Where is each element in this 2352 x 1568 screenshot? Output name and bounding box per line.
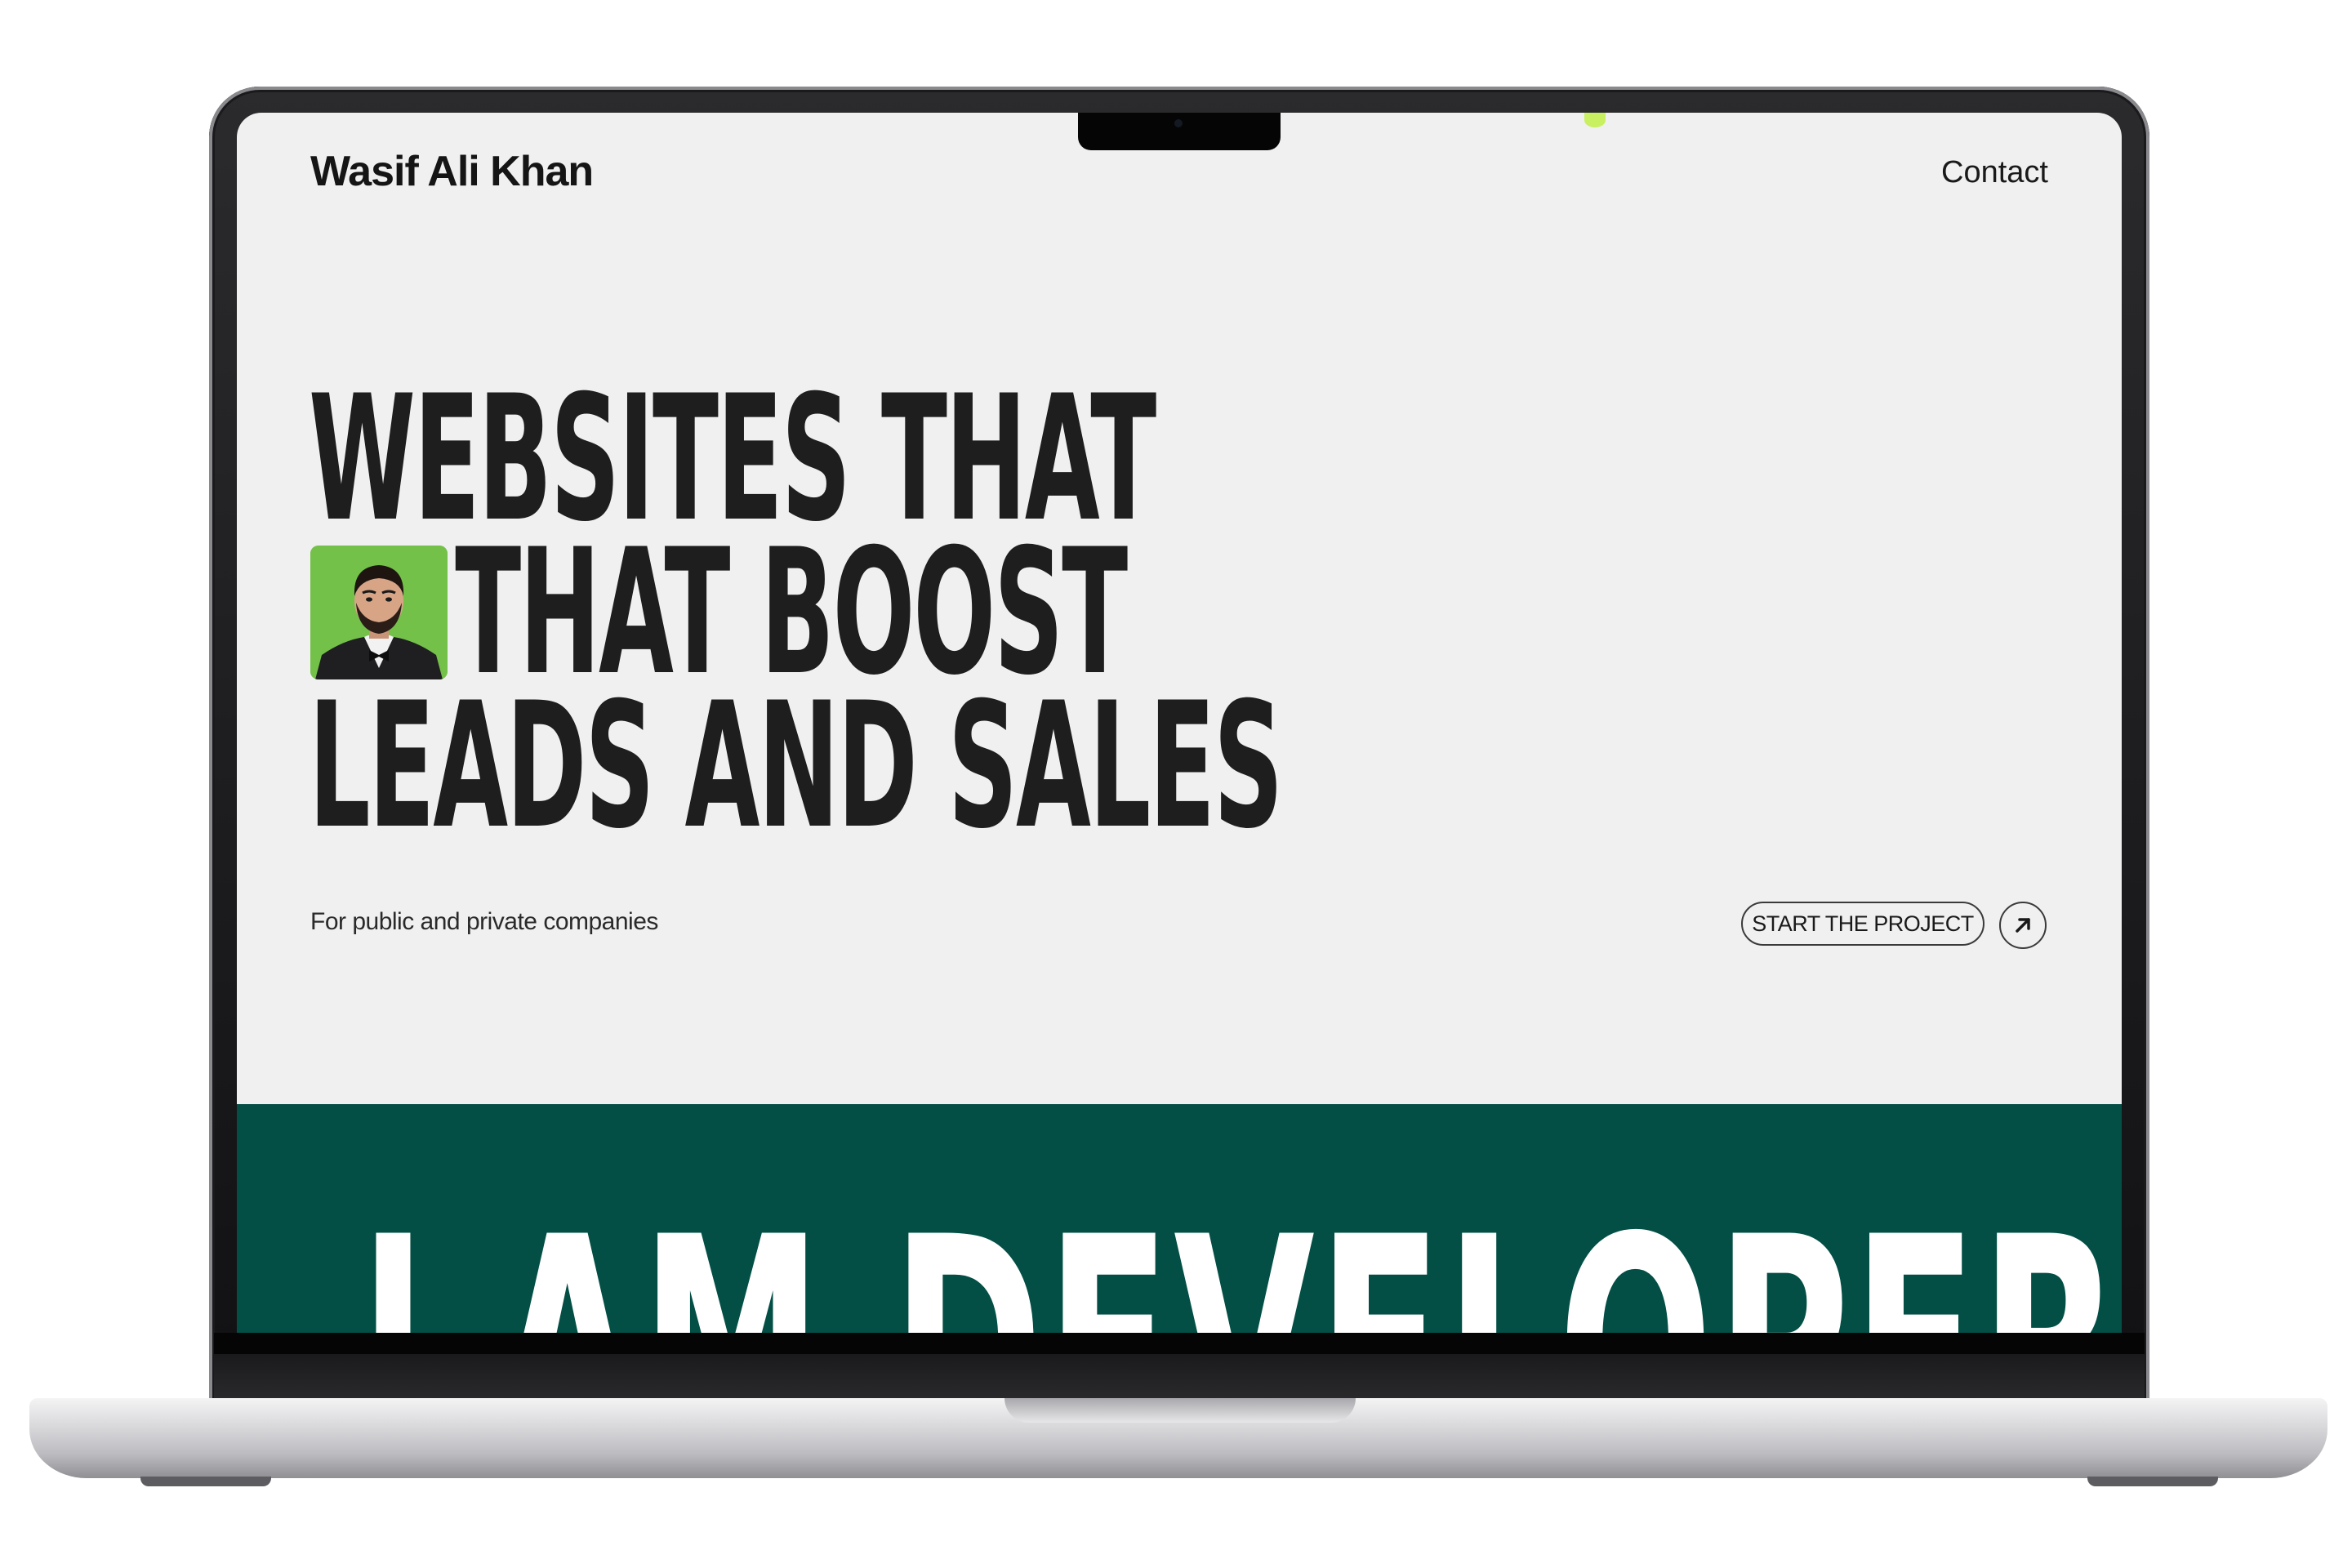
laptop-trackpad-notch [1004, 1398, 1356, 1423]
arrow-up-right-icon[interactable] [1999, 902, 2047, 949]
laptop-screen: Wasif Ali Khan Contact WEBSITES THAT THA… [237, 113, 2122, 1333]
laptop-foot-left [140, 1477, 271, 1486]
nav-contact-link[interactable]: Contact [1941, 155, 2048, 190]
hero-subheading: For public and private companies [310, 908, 658, 935]
hero-line-3: LEADS AND SALES [309, 665, 1283, 866]
screen-notch [1078, 113, 1281, 150]
marquee-band: I AM DEVELOPER [237, 1104, 2122, 1333]
person-portrait-icon [310, 546, 448, 679]
laptop-hinge [214, 1354, 2145, 1400]
accent-dot [1584, 113, 1606, 127]
laptop-screen-bezel-bottom [214, 1333, 2145, 1354]
site-brand[interactable]: Wasif Ali Khan [310, 147, 594, 196]
laptop-foot-right [2087, 1477, 2218, 1486]
marquee-text: I AM DEVELOPER [359, 1199, 2122, 1334]
camera-icon [1174, 119, 1183, 127]
hero-headline: WEBSITES THAT THAT BOOST LEADS AND SALES [309, 372, 1283, 866]
start-project-button[interactable]: START THE PROJECT [1741, 902, 1984, 946]
